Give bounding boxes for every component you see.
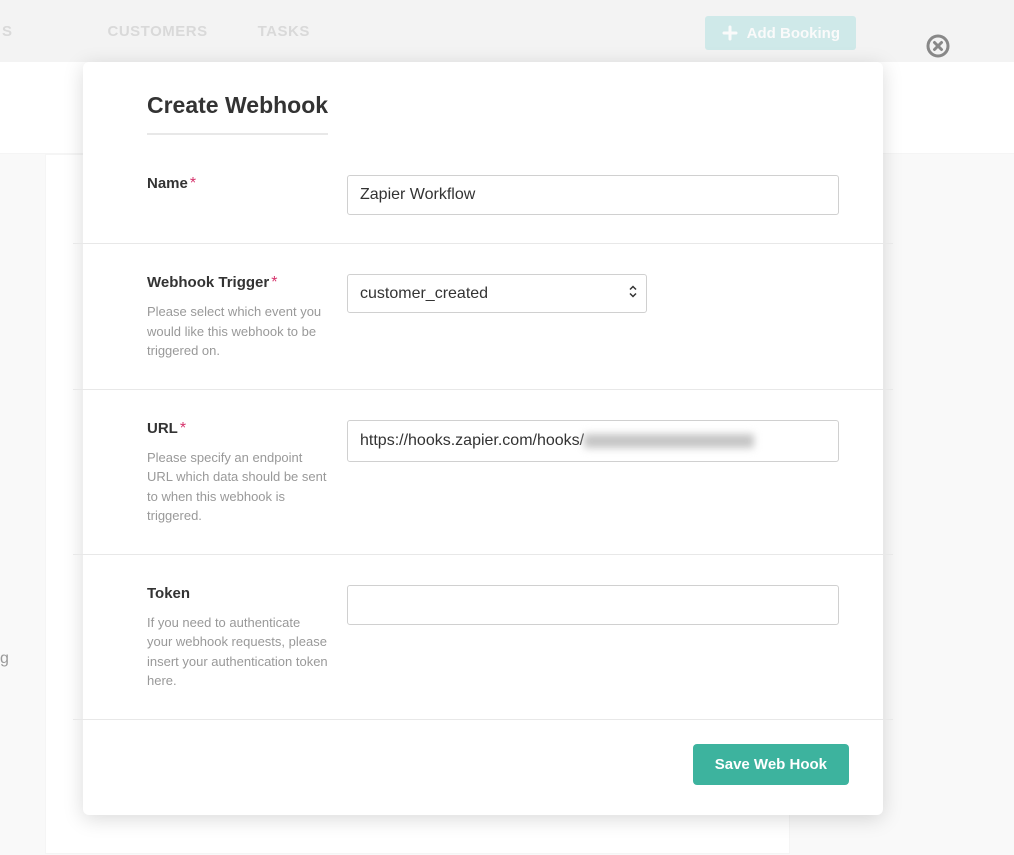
- name-label: Name: [147, 175, 188, 192]
- modal-header: Create Webhook: [83, 62, 883, 135]
- token-input[interactable]: [347, 585, 839, 625]
- url-helper: Please specify an endpoint URL which dat…: [147, 448, 329, 526]
- label-col-token: Token If you need to authenticate your w…: [147, 585, 347, 691]
- name-input[interactable]: [347, 175, 839, 215]
- form-row-url: URL* Please specify an endpoint URL whic…: [73, 390, 893, 555]
- create-webhook-modal: Create Webhook Name* Webhook Trigger* Pl…: [83, 62, 883, 815]
- url-label: URL: [147, 420, 178, 437]
- trigger-select[interactable]: customer_created: [347, 274, 647, 313]
- input-col-token: [347, 585, 839, 691]
- form-row-name: Name*: [73, 135, 893, 244]
- modal-footer: Save Web Hook: [83, 720, 883, 815]
- input-col-name: [347, 175, 839, 215]
- form-row-trigger: Webhook Trigger* Please select which eve…: [73, 244, 893, 390]
- trigger-select-wrapper: customer_created: [347, 274, 647, 313]
- label-col-url: URL* Please specify an endpoint URL whic…: [147, 420, 347, 526]
- required-indicator: *: [190, 175, 196, 192]
- label-col-name: Name*: [147, 175, 347, 215]
- token-label: Token: [147, 585, 190, 602]
- form-row-token: Token If you need to authenticate your w…: [73, 555, 893, 720]
- close-button[interactable]: [926, 34, 950, 58]
- trigger-helper: Please select which event you would like…: [147, 302, 329, 361]
- label-col-trigger: Webhook Trigger* Please select which eve…: [147, 274, 347, 361]
- token-helper: If you need to authenticate your webhook…: [147, 613, 329, 691]
- input-col-url: https://hooks.zapier.com/hooks/: [347, 420, 839, 526]
- required-indicator: *: [180, 420, 186, 437]
- url-visible-text: https://hooks.zapier.com/hooks/: [360, 432, 584, 450]
- modal-body: Name* Webhook Trigger* Please select whi…: [83, 135, 883, 720]
- close-icon: [926, 34, 950, 58]
- save-webhook-button[interactable]: Save Web Hook: [693, 744, 849, 785]
- required-indicator: *: [271, 274, 277, 291]
- input-col-trigger: customer_created: [347, 274, 839, 361]
- modal-title: Create Webhook: [147, 92, 328, 135]
- url-masked-portion: [584, 434, 754, 448]
- trigger-label: Webhook Trigger: [147, 274, 269, 291]
- url-input[interactable]: https://hooks.zapier.com/hooks/: [347, 420, 839, 462]
